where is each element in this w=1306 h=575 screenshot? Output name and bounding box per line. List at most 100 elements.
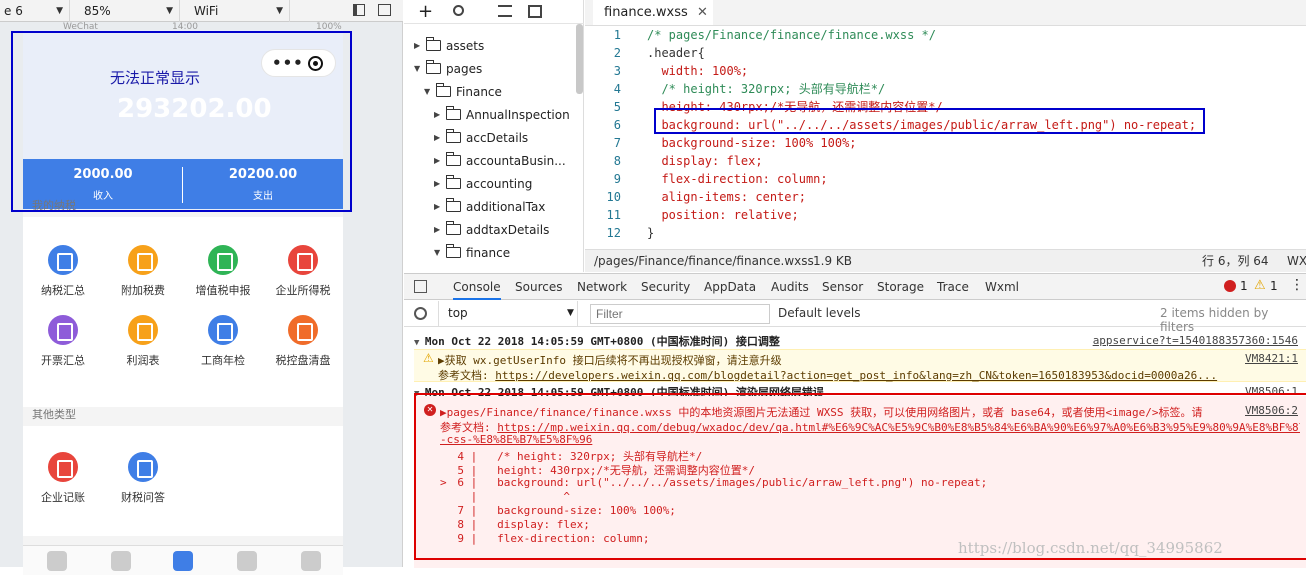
tax-section: 我的纳税 纳税汇总 附加税费 增值税申报 企业所得税 开票汇总 利润表 工商年检 税控盘清盘 (23, 199, 343, 407)
tab-finance-icon[interactable] (111, 551, 131, 571)
context-select[interactable]: top ▼ (438, 301, 578, 326)
collapse-icon[interactable] (528, 5, 542, 18)
group-header-1[interactable]: ▼ Mon Oct 22 2018 14:05:59 GMT+0800 (中国标… (414, 333, 780, 349)
grid-item[interactable]: 附加税费 (107, 245, 179, 298)
grid-item-label: 财税问答 (121, 491, 165, 504)
devtools-tab[interactable]: Security (641, 274, 690, 300)
caret-right-icon[interactable]: ▶ (434, 105, 440, 125)
line-text: /* height: 320rpx; 头部有导航栏*/ (647, 82, 886, 96)
tab-bar (23, 545, 343, 575)
device-select[interactable]: e 6 ▼ (0, 0, 70, 22)
popout-icon[interactable] (378, 4, 391, 16)
line-number: 11 (606, 208, 621, 222)
devtools-tab[interactable]: Network (577, 274, 627, 300)
tree-toolbar: + (404, 0, 584, 24)
line-text: display: flex; (647, 154, 763, 168)
tree-item-label: assets (446, 39, 485, 53)
folder-icon (446, 106, 461, 120)
devtools-tab[interactable]: AppData (704, 274, 756, 300)
caret-right-icon[interactable]: ▶ (434, 174, 440, 194)
devtools-tab[interactable]: Audits (771, 274, 809, 300)
more-vert-icon[interactable]: ⋮ (1290, 277, 1304, 293)
editor-tab[interactable]: finance.wxss ✕ (593, 0, 713, 25)
caret-down-icon[interactable]: ▼ (434, 243, 440, 263)
warning-text[interactable]: ▶获取 wx.getUserInfo 接口后续将不再出现授权弹窗，请注意升级 (438, 352, 782, 368)
source-link-warn[interactable]: VM8421:1 (1245, 352, 1298, 365)
group-title-1: Mon Oct 22 2018 14:05:59 GMT+0800 (中国标准时… (424, 335, 780, 348)
devtools-tab[interactable]: Console (453, 274, 501, 300)
devtools-tab[interactable]: Wxml (985, 274, 1019, 300)
search-icon[interactable] (453, 5, 464, 16)
folder-icon (426, 37, 441, 51)
devtools-tab[interactable]: Sources (515, 274, 562, 300)
caret-down-icon[interactable]: ▼ (424, 82, 430, 102)
caret-right-icon[interactable]: ▶ (434, 197, 440, 217)
grid-item-label: 纳税汇总 (41, 284, 85, 297)
hidden-items-note: 2 items hidden by filters (1160, 306, 1269, 334)
sort-icon[interactable] (498, 5, 512, 17)
source-link-1[interactable]: appservice?t=1540188357360:1546 (1093, 334, 1298, 347)
highlight-box-code-line (654, 108, 1205, 134)
devtools-tab[interactable]: Trace (937, 274, 969, 300)
grid-item-label: 工商年检 (201, 354, 245, 367)
grid-item-label: 开票汇总 (41, 354, 85, 367)
error-count[interactable]: 1 (1240, 279, 1248, 293)
grid-item[interactable]: 纳税汇总 (27, 245, 99, 298)
highlight-box-error (414, 393, 1306, 560)
grid-item[interactable]: 税控盘清盘 (267, 315, 339, 368)
folder-icon (446, 198, 461, 212)
caret-right-icon[interactable]: ▶ (414, 36, 420, 56)
grid-item-label: 附加税费 (121, 284, 165, 297)
grid-item[interactable]: 利润表 (107, 315, 179, 368)
tree-item-label: AnnualInspection (466, 108, 570, 122)
simulator-panel: e 6 ▼ 85% ▼ WiFi ▼ WeChat 14:00 100% ••• 无法… (0, 0, 403, 575)
line-text: align-items: center; (647, 190, 806, 204)
mute-icon[interactable] (353, 4, 365, 16)
grid-item-label: 增值税申报 (195, 284, 251, 297)
caret-right-icon[interactable]: ▶ (434, 220, 440, 240)
grid-item[interactable]: 企业所得税 (267, 245, 339, 298)
tab-chart-icon[interactable] (173, 551, 193, 571)
grid-item[interactable]: 工商年检 (187, 315, 259, 368)
grid-item[interactable]: 企业记账 (27, 452, 99, 505)
line-number: 1 (613, 28, 621, 42)
zoom-label: 85% (84, 4, 111, 18)
tree-scrollbar[interactable] (576, 24, 583, 94)
warn-count[interactable]: 1 (1270, 279, 1278, 293)
devtools-tab[interactable]: Sensor (822, 274, 863, 300)
line-number: 6 (613, 118, 621, 132)
clear-console-icon[interactable] (414, 307, 427, 320)
menu-icon (128, 315, 158, 345)
devtools-tab[interactable]: Storage (877, 274, 924, 300)
grid-item-label: 企业记账 (41, 491, 85, 504)
line-number: 12 (606, 226, 621, 240)
chevron-down-icon: ▼ (276, 6, 283, 16)
caret-right-icon[interactable]: ▶ (434, 151, 440, 171)
menu-icon (48, 452, 78, 482)
levels-select[interactable]: Default levels (778, 306, 860, 320)
tab-tools-icon[interactable] (237, 551, 257, 571)
line-text: .header{ (647, 46, 705, 60)
inspect-icon[interactable] (414, 280, 427, 293)
folder-icon (446, 175, 461, 189)
grid-item-label: 企业所得税 (275, 284, 331, 297)
network-select[interactable]: WiFi ▼ (190, 0, 290, 22)
grid-item[interactable]: 增值税申报 (187, 245, 259, 298)
line-text: flex-direction: column; (647, 172, 828, 186)
caret-right-icon[interactable]: ▶ (434, 128, 440, 148)
tree-item-label: Finance (456, 85, 502, 99)
filter-input[interactable] (590, 304, 770, 324)
warning-icon: ⚠ (423, 351, 434, 365)
editor-tab-label: finance.wxss (604, 5, 688, 20)
other-section: 其他类型 企业记账 财税问答 (23, 408, 343, 536)
close-icon[interactable]: ✕ (697, 0, 708, 25)
line-number: 2 (613, 46, 621, 60)
grid-item[interactable]: 开票汇总 (27, 315, 99, 368)
tab-home-icon[interactable] (47, 551, 67, 571)
warning-doc-link[interactable]: https://developers.weixin.qq.com/blogdet… (495, 369, 1217, 382)
caret-down-icon[interactable]: ▼ (414, 59, 420, 79)
add-icon[interactable]: + (418, 1, 433, 22)
zoom-select[interactable]: 85% ▼ (80, 0, 180, 22)
grid-item[interactable]: 财税问答 (107, 452, 179, 505)
tab-user-icon[interactable] (301, 551, 321, 571)
